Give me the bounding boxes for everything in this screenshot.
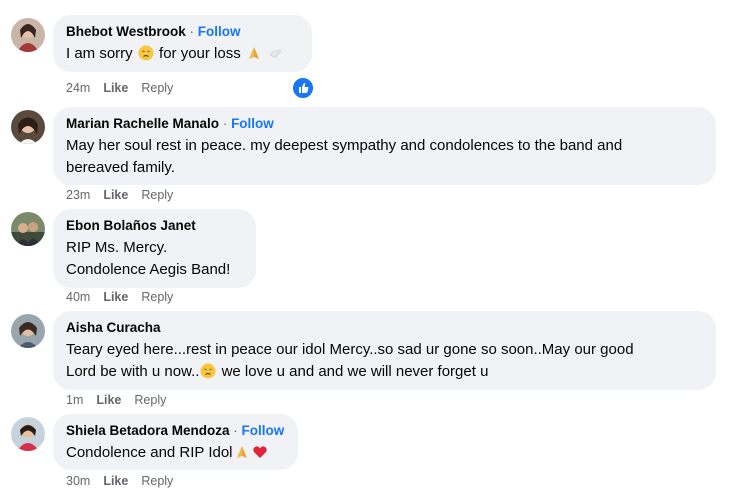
follow-button[interactable]: Follow: [242, 423, 285, 438]
reply-button[interactable]: Reply: [141, 188, 173, 202]
reply-button[interactable]: Reply: [141, 81, 173, 95]
author-name[interactable]: Shiela Betadora Mendoza: [66, 423, 230, 438]
author-name[interactable]: Marian Rachelle Manalo: [66, 116, 219, 131]
author-name[interactable]: Bhebot Westbrook: [66, 24, 186, 39]
comment-actions: 24m Like Reply: [66, 81, 186, 95]
follow-button[interactable]: Follow: [198, 24, 241, 39]
comment-actions: 30m Like Reply: [66, 474, 186, 488]
comment-bubble: Shiela Betadora Mendoza · Follow Condole…: [53, 414, 298, 470]
comment-actions: 1m Like Reply: [66, 393, 179, 407]
timestamp[interactable]: 24m: [66, 81, 90, 95]
comment-text: I am sorry for your loss: [66, 43, 299, 65]
like-button[interactable]: Like: [103, 474, 128, 488]
red-heart-icon: [252, 446, 267, 458]
like-button[interactable]: Like: [103, 81, 128, 95]
like-button[interactable]: Like: [103, 290, 128, 304]
reply-button[interactable]: Reply: [134, 393, 166, 407]
like-button[interactable]: Like: [103, 188, 128, 202]
sad-face-icon: [138, 45, 154, 61]
reply-button[interactable]: Reply: [141, 474, 173, 488]
comment-bubble: Bhebot Westbrook · Follow I am sorry for…: [53, 15, 312, 72]
author-name[interactable]: Ebon Bolaños Janet: [66, 218, 196, 233]
avatar[interactable]: [11, 417, 45, 451]
comment-text: Teary eyed here...rest in peace our idol…: [66, 341, 634, 380]
avatar[interactable]: [11, 212, 45, 246]
reply-button[interactable]: Reply: [141, 290, 173, 304]
timestamp[interactable]: 1m: [66, 393, 83, 407]
dove-icon: [269, 50, 282, 58]
comment-text: May her soul rest in peace. my deepest s…: [66, 137, 623, 176]
timestamp[interactable]: 30m: [66, 474, 90, 488]
praying-hands-icon: [248, 47, 259, 59]
like-button[interactable]: Like: [96, 393, 121, 407]
avatar[interactable]: [11, 18, 45, 52]
timestamp[interactable]: 40m: [66, 290, 90, 304]
comment-actions: 23m Like Reply: [66, 188, 186, 202]
comment-actions: 40m Like Reply: [66, 290, 186, 304]
sad-face-icon: [200, 363, 216, 379]
comment-bubble: Marian Rachelle Manalo · Follow May her …: [53, 107, 716, 185]
avatar[interactable]: [11, 110, 45, 144]
comment-bubble: Aisha Curacha Teary eyed here...rest in …: [53, 311, 716, 390]
avatar[interactable]: [11, 314, 45, 348]
timestamp[interactable]: 23m: [66, 188, 90, 202]
comment-text: RIP Ms. Mercy. Condolence Aegis Band!: [66, 239, 231, 278]
like-reaction-icon[interactable]: [291, 76, 315, 100]
author-name[interactable]: Aisha Curacha: [66, 320, 161, 335]
comment-text: Condolence and RIP Idol: [66, 442, 285, 464]
comment-bubble: Ebon Bolaños Janet RIP Ms. Mercy. Condol…: [53, 209, 256, 288]
follow-button[interactable]: Follow: [231, 116, 274, 131]
praying-hands-icon: [236, 446, 247, 458]
